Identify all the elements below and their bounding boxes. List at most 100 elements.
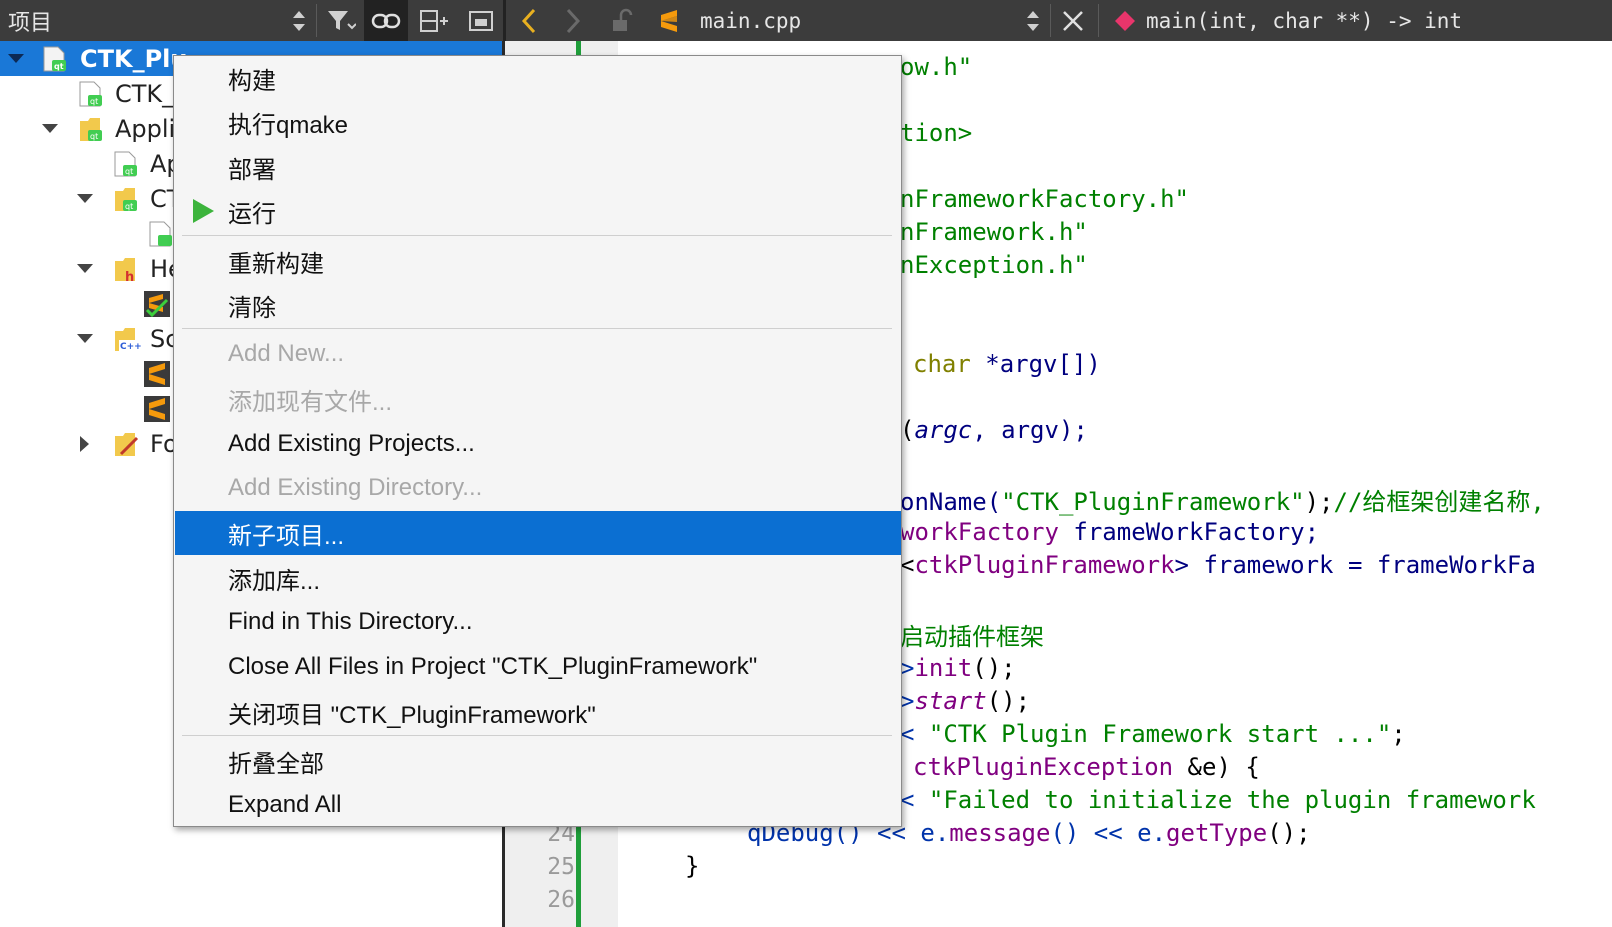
menu-item-label: Expand All bbox=[228, 791, 342, 818]
collapse-arrow-icon[interactable] bbox=[80, 436, 89, 452]
code-line: } bbox=[685, 852, 700, 880]
code-comment: 启动插件框架 bbox=[900, 623, 1044, 651]
code-text: > framework = frameWorkFa bbox=[1174, 551, 1536, 579]
code-method: init bbox=[914, 654, 973, 682]
split-add-icon[interactable] bbox=[414, 0, 454, 41]
menu-item-build[interactable]: 构建 bbox=[175, 56, 901, 100]
code-line: >init(); bbox=[900, 654, 1016, 682]
back-icon[interactable] bbox=[512, 0, 546, 41]
code-text: ; bbox=[1391, 720, 1406, 748]
menu-item-collapse-all[interactable]: 折叠全部 bbox=[175, 739, 901, 783]
menu-item-label: 新子项目... bbox=[228, 522, 345, 550]
qt-file-icon: qt bbox=[113, 150, 139, 177]
menu-item-add-new: Add New... bbox=[175, 332, 901, 376]
expand-arrow-icon[interactable] bbox=[77, 334, 93, 343]
header-file-icon bbox=[143, 290, 170, 318]
code-type: ctkPluginFramework bbox=[914, 551, 1175, 579]
source-folder-icon: C++ bbox=[113, 325, 142, 352]
menu-item-new-subproject[interactable]: 新子项目... bbox=[175, 511, 901, 555]
code-line: workFactory frameWorkFactory; bbox=[900, 518, 1319, 546]
menu-item-expand-all[interactable]: Expand All bbox=[175, 783, 901, 827]
forward-icon[interactable] bbox=[556, 0, 590, 41]
open-file-name[interactable]: main.cpp bbox=[700, 0, 820, 41]
menu-item-run-qmake[interactable]: 执行qmake bbox=[175, 100, 901, 144]
sublime-file-icon bbox=[652, 0, 686, 41]
menu-item-close-project[interactable]: 关闭项目 "CTK_PluginFramework" bbox=[175, 690, 901, 734]
svg-text:h: h bbox=[125, 270, 134, 283]
menu-item-add-existing-projects[interactable]: Add Existing Projects... bbox=[175, 422, 901, 466]
code-text: > bbox=[900, 654, 915, 682]
code-line: < "Failed to initialize the plugin frame… bbox=[900, 786, 1536, 814]
file-switch-updown-icon[interactable] bbox=[1020, 0, 1046, 41]
code-text: onName( bbox=[900, 488, 1002, 516]
menu-item-clean[interactable]: 清除 bbox=[175, 283, 901, 327]
code-text: (); bbox=[972, 654, 1016, 682]
link-icon[interactable] bbox=[364, 0, 408, 41]
code-text: (); bbox=[1267, 819, 1311, 847]
expand-arrow-icon[interactable] bbox=[8, 54, 24, 63]
close-sidebar-icon[interactable] bbox=[462, 0, 500, 41]
tree-item-label: CTK_ bbox=[115, 79, 175, 108]
code-type: ctkPluginException bbox=[913, 753, 1174, 781]
code-method: start bbox=[914, 687, 987, 715]
code-comment: //给框架创建名称, bbox=[1333, 488, 1545, 516]
menu-separator bbox=[182, 735, 892, 736]
code-text: &e) { bbox=[1173, 753, 1260, 781]
code-line: < "CTK Plugin Framework start ..."; bbox=[900, 720, 1406, 748]
code-text: () << e. bbox=[1050, 819, 1167, 847]
code-line: nException.h" bbox=[900, 251, 1088, 279]
code-text: < bbox=[900, 786, 929, 814]
menu-item-run[interactable]: 运行 bbox=[175, 189, 901, 233]
expand-arrow-icon[interactable] bbox=[77, 264, 93, 273]
expand-arrow-icon[interactable] bbox=[42, 124, 58, 133]
svg-text:qt: qt bbox=[90, 132, 98, 141]
qt-folder-icon: qt bbox=[78, 115, 104, 141]
close-file-icon[interactable] bbox=[1056, 0, 1090, 41]
code-param: argc bbox=[914, 416, 973, 444]
menu-item-label: 折叠全部 bbox=[228, 750, 324, 778]
expand-arrow-icon[interactable] bbox=[77, 194, 93, 203]
code-line: <ctkPluginFramework> framework = frameWo… bbox=[900, 551, 1536, 579]
svg-text:qt: qt bbox=[125, 202, 133, 211]
panel-title: 项目 bbox=[8, 10, 53, 36]
code-string: "CTK_PluginFramework" bbox=[1001, 488, 1305, 516]
svg-text:qt: qt bbox=[125, 167, 133, 176]
code-line: tion> bbox=[900, 119, 973, 147]
code-method: message bbox=[949, 819, 1051, 847]
qt-folder-icon: qt bbox=[113, 185, 139, 211]
qt-project-icon: qt bbox=[42, 45, 68, 72]
menu-item-label: 构建 bbox=[228, 67, 276, 95]
code-line: >start(); bbox=[900, 687, 1030, 715]
menu-item-label: 添加现有文件... bbox=[228, 388, 393, 416]
menu-item-find-in-directory[interactable]: Find in This Directory... bbox=[175, 600, 901, 644]
code-text: < bbox=[900, 720, 929, 748]
symbol-selector[interactable]: main(int, char **) -> int bbox=[1146, 0, 1546, 41]
menu-item-label: 清除 bbox=[228, 294, 276, 322]
menu-item-label: 部署 bbox=[228, 156, 276, 184]
code-line: ow.h" bbox=[900, 53, 973, 81]
line-number: 25 bbox=[547, 854, 575, 880]
menu-item-add-library[interactable]: 添加库... bbox=[175, 556, 901, 600]
code-method: getType bbox=[1166, 819, 1268, 847]
top-toolbar: 项目 main.cpp main(int, char **) -> int bbox=[0, 0, 1612, 41]
menu-item-label: Add Existing Directory... bbox=[228, 474, 483, 501]
menu-item-label: 运行 bbox=[228, 200, 276, 228]
code-line: char *argv[]) bbox=[913, 350, 1101, 378]
sort-updown-icon[interactable] bbox=[286, 0, 312, 41]
menu-item-deploy[interactable]: 部署 bbox=[175, 145, 901, 189]
filter-icon[interactable] bbox=[322, 0, 360, 41]
lock-icon[interactable] bbox=[604, 0, 640, 41]
menu-item-label: Add Existing Projects... bbox=[228, 430, 475, 457]
code-text: (); bbox=[986, 687, 1031, 715]
run-icon bbox=[193, 199, 214, 223]
menu-item-close-all-files[interactable]: Close All Files in Project "CTK_PluginFr… bbox=[175, 645, 901, 689]
qt-file-icon bbox=[148, 220, 174, 247]
qt-file-icon: qt bbox=[78, 80, 104, 107]
menu-item-rebuild[interactable]: 重新构建 bbox=[175, 239, 901, 283]
menu-item-label: Add New... bbox=[228, 340, 345, 367]
code-string: "CTK Plugin Framework start ..." bbox=[928, 720, 1392, 748]
function-symbol-icon bbox=[1110, 0, 1140, 41]
menu-item-add-existing-directory: Add Existing Directory... bbox=[175, 466, 901, 510]
sublime-file-icon bbox=[143, 360, 170, 387]
code-text: ); bbox=[1304, 488, 1334, 516]
